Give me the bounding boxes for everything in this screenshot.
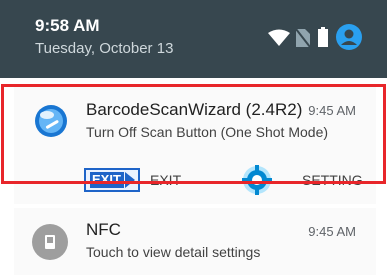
notification-text: Turn Off Scan Button (One Shot Mode) [86,124,329,140]
clock-time: 9:58 AM [35,16,100,35]
no-sim-icon [296,29,310,47]
exit-action-label: EXIT [150,172,182,188]
setting-action-button[interactable]: SETTING [242,165,363,195]
exit-action-button[interactable]: EXIT EXIT [84,168,181,192]
gear-icon [242,165,272,195]
barcode-app-icon [35,105,67,137]
exit-icon: EXIT [84,168,140,192]
nfc-title: NFC [86,220,121,239]
exit-icon-text: EXIT [92,172,121,187]
barcode-notification-card[interactable]: BarcodeScanWizard (2.4R2) 9:45 AM Turn O… [14,84,376,204]
date-label[interactable]: Tuesday, October 13 [35,40,173,57]
notification-shade-header: 9:58 AM Tuesday, October 13 [0,0,387,78]
notification-app-name: BarcodeScanWizard (2.4R2) [86,100,303,119]
account-icon[interactable] [336,24,362,50]
notification-time: 9:45 AM [308,103,356,118]
wifi-icon [268,29,290,46]
battery-icon [318,27,328,47]
nfc-time: 9:45 AM [308,224,356,239]
nfc-notification-card[interactable]: NFC 9:45 AM Touch to view detail setting… [14,208,376,275]
nfc-icon [32,224,68,260]
nfc-text: Touch to view detail settings [86,244,261,260]
setting-action-label: SETTING [302,172,363,188]
